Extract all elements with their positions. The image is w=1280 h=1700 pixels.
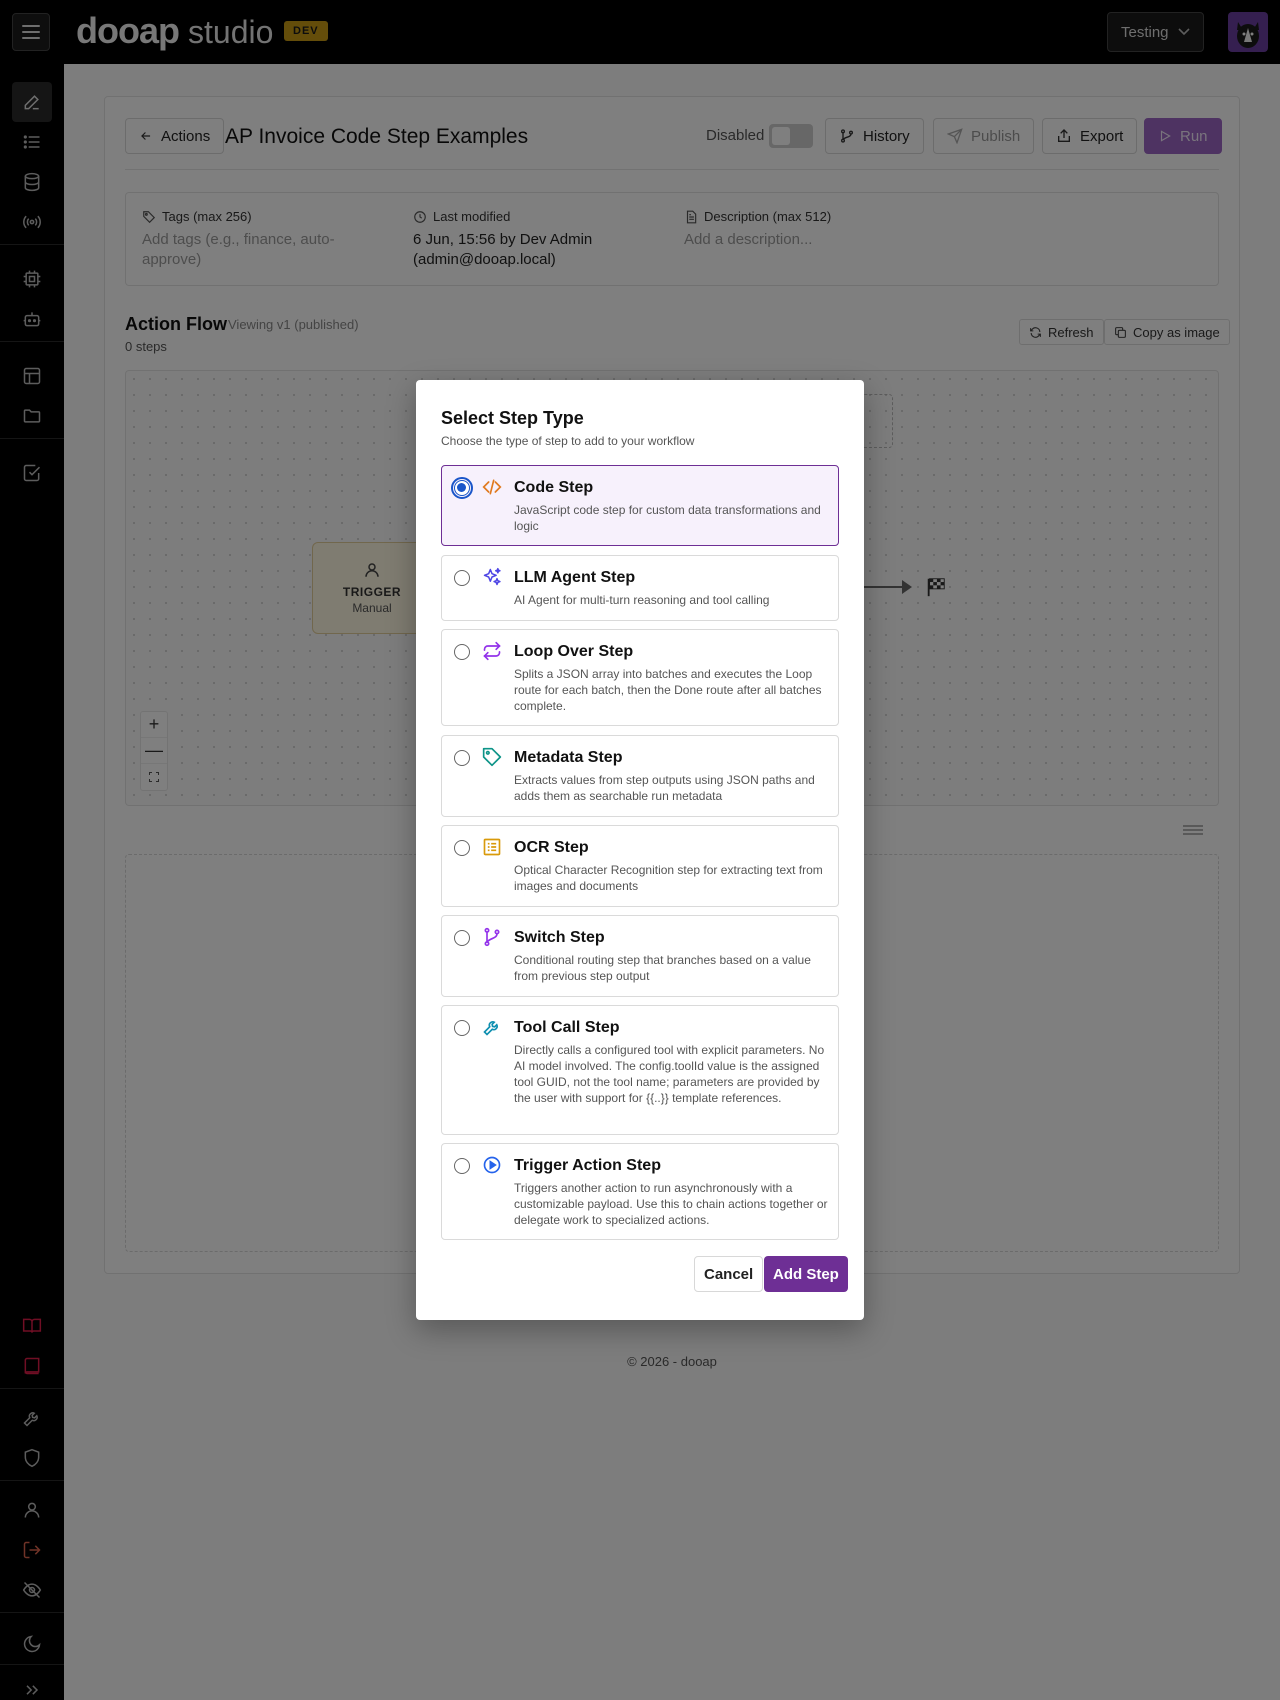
option-description: Directly calls a configured tool with ex… [514, 1043, 825, 1105]
code-icon [482, 477, 502, 497]
radio-code-step[interactable] [451, 477, 473, 499]
option-label: Metadata Step [514, 749, 623, 766]
option-label: LLM Agent Step [514, 569, 636, 586]
radio-switch-step[interactable] [454, 930, 470, 946]
option-trigger-action-step[interactable]: Trigger Action Step Triggers another act… [441, 1143, 839, 1240]
document-scan-icon [482, 837, 502, 857]
wrench-icon [482, 1017, 502, 1037]
option-description: AI Agent for multi-turn reasoning and to… [514, 593, 770, 607]
select-step-type-dialog: Select Step Type Choose the type of step… [416, 380, 864, 1320]
option-label: Switch Step [514, 929, 605, 946]
radio-tool-call-step[interactable] [454, 1020, 470, 1036]
option-llm-agent-step[interactable]: LLM Agent Step AI Agent for multi-turn r… [441, 555, 839, 621]
option-loop-over-step[interactable]: Loop Over Step Splits a JSON array into … [441, 629, 839, 726]
option-label: Loop Over Step [514, 643, 634, 660]
tag-icon [482, 747, 502, 767]
option-code-step[interactable]: Code Step JavaScript code step for custo… [441, 465, 839, 546]
radio-metadata-step[interactable] [454, 750, 470, 766]
option-description: JavaScript code step for custom data tra… [514, 503, 821, 533]
option-switch-step[interactable]: Switch Step Conditional routing step tha… [441, 915, 839, 997]
radio-loop-over-step[interactable] [454, 644, 470, 660]
radio-ocr-step[interactable] [454, 840, 470, 856]
dialog-title: Select Step Type [441, 408, 584, 428]
option-description: Splits a JSON array into batches and exe… [514, 667, 822, 713]
option-label: Tool Call Step [514, 1019, 620, 1036]
sparkles-icon [482, 567, 502, 587]
option-tool-call-step[interactable]: Tool Call Step Directly calls a configur… [441, 1005, 839, 1135]
play-circle-icon [482, 1155, 502, 1175]
option-description: Extracts values from step outputs using … [514, 773, 815, 803]
cancel-button[interactable]: Cancel [694, 1256, 764, 1292]
option-description: Conditional routing step that branches b… [514, 953, 811, 983]
add-step-button[interactable]: Add Step [764, 1256, 848, 1292]
option-ocr-step[interactable]: OCR Step Optical Character Recognition s… [441, 825, 839, 907]
repeat-icon [482, 641, 502, 661]
option-metadata-step[interactable]: Metadata Step Extracts values from step … [441, 735, 839, 817]
option-label: Code Step [514, 479, 594, 496]
option-description: Optical Character Recognition step for e… [514, 863, 823, 893]
radio-llm-agent-step[interactable] [454, 570, 470, 586]
git-branch-icon [482, 927, 502, 947]
option-description: Triggers another action to run asynchron… [514, 1181, 828, 1227]
option-label: OCR Step [514, 839, 589, 856]
option-label: Trigger Action Step [514, 1157, 661, 1174]
radio-trigger-action-step[interactable] [454, 1158, 470, 1174]
dialog-subtitle: Choose the type of step to add to your w… [441, 434, 695, 448]
